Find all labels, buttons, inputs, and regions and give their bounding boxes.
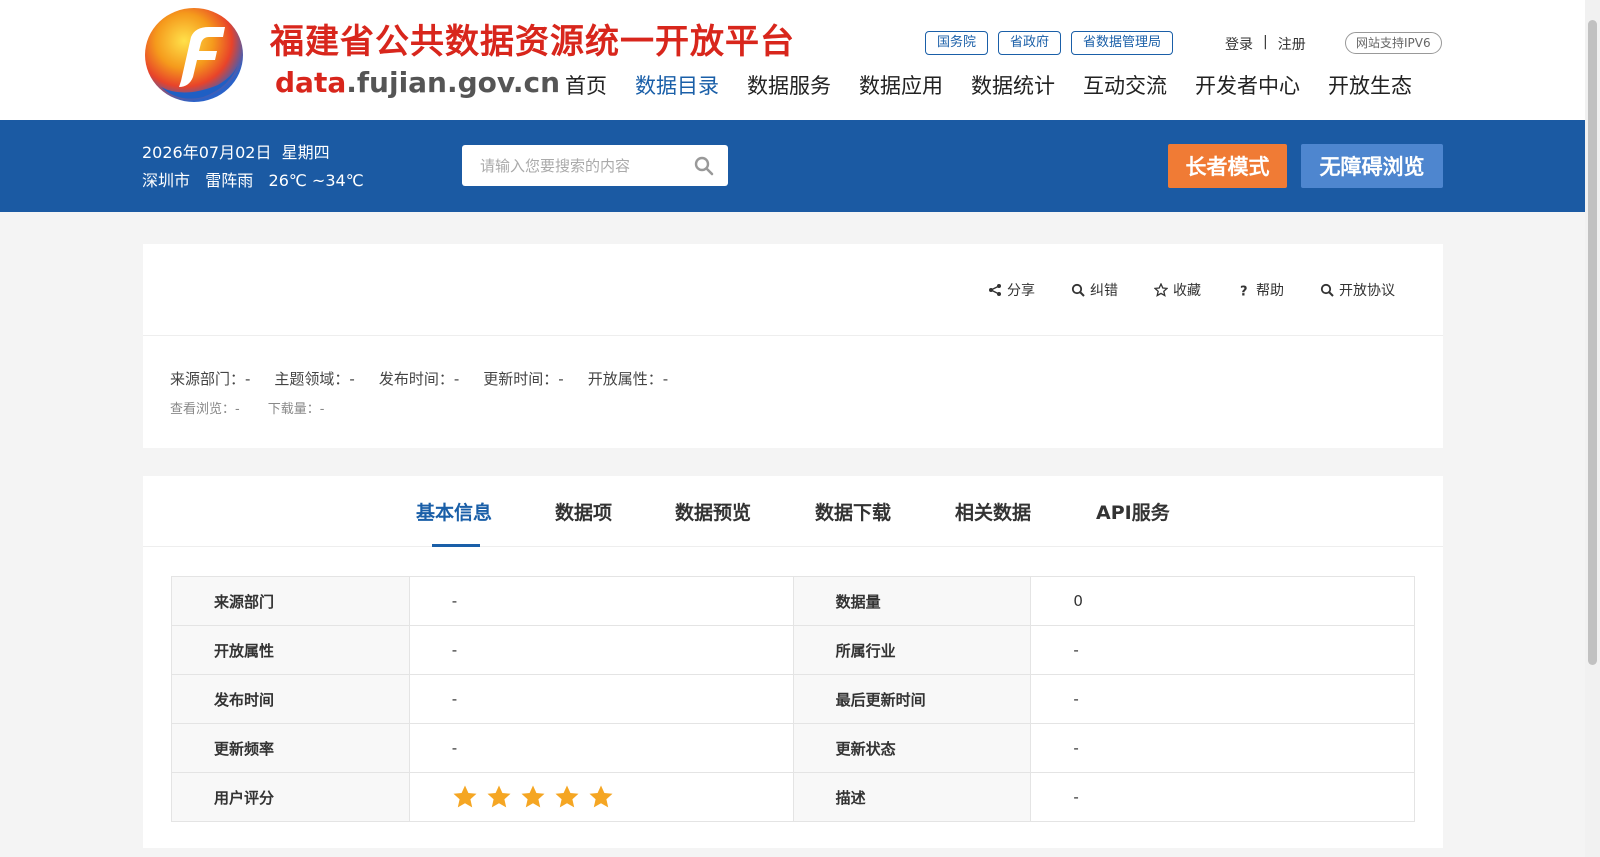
value-industry: - [1030,625,1415,675]
value-source-dept: - [408,576,794,626]
site-title: 福建省公共数据资源统一开放平台 [270,22,795,62]
star-icon[interactable] [520,784,546,810]
label-update-status: 更新状态 [792,723,1032,773]
card-divider [143,335,1443,336]
dataset-summary-card: 分享 纠错 收藏 ? 帮助 开放协议 来源部门：- 主题领域：- 发布时间：- … [143,244,1443,448]
auth-links: 登录 | 注册 [1225,34,1306,54]
table-row: 开放属性 - 所属行业 - [171,625,1415,675]
link-shengzhengfu[interactable]: 省政府 [998,31,1062,55]
meta-source: 来源部门：- [170,370,251,388]
nav-ecosystem[interactable]: 开放生态 [1328,70,1412,100]
tab-data-preview[interactable]: 数据预览 [675,498,751,525]
auth-separator: | [1263,34,1268,50]
site-header: 福建省公共数据资源统一开放平台 data.fujian.gov.cn 国务院 省… [0,0,1585,120]
nav-data-catalog[interactable]: 数据目录 [635,70,719,100]
share-button[interactable]: 分享 [988,280,1035,300]
value-data-volume: 0 [1030,576,1415,626]
logo-icon[interactable] [143,7,245,103]
value-open-attr: - [408,625,794,675]
meta-views: 查看浏览：- [170,402,240,417]
star-icon[interactable] [486,784,512,810]
star-icon[interactable] [452,784,478,810]
nav-data-service[interactable]: 数据服务 [747,70,831,100]
question-icon: ? [1240,285,1248,298]
table-row: 发布时间 - 最后更新时间 - [171,674,1415,724]
star-icon[interactable] [588,784,614,810]
star-outline-icon [1154,283,1168,297]
meta-update: 更新时间：- [483,370,564,388]
star-icon[interactable] [554,784,580,810]
tab-data-download[interactable]: 数据下载 [815,498,891,525]
nav-data-stats[interactable]: 数据统计 [971,70,1055,100]
page-scrollbar[interactable] [1585,0,1600,857]
site-domain: data.fujian.gov.cn [275,66,561,99]
open-license-button[interactable]: 开放协议 [1320,280,1395,300]
dataset-detail-card: 基本信息 数据项 数据预览 数据下载 相关数据 API服务 来源部门 - 数据量… [143,476,1443,848]
rating-stars [452,784,793,810]
date-weather: 2026年07月02日 星期四 深圳市 雷阵雨 26℃ ~34℃ [142,139,364,195]
detail-tabs: 基本信息 数据项 数据预览 数据下载 相关数据 API服务 [143,476,1443,547]
table-row: 来源部门 - 数据量 0 [171,576,1415,626]
meta-open-attr: 开放属性：- [587,370,669,388]
ipv6-badge: 网站支持IPV6 [1345,32,1442,54]
meta-primary: 来源部门：- 主题领域：- 发布时间：- 更新时间：- 开放属性：- [170,368,668,389]
search-icon [1320,283,1334,297]
action-bar: 分享 纠错 收藏 ? 帮助 开放协议 [988,280,1395,300]
search-icon [1071,283,1085,297]
scrollbar-thumb[interactable] [1588,20,1597,665]
login-link[interactable]: 登录 [1225,34,1253,54]
search-box [462,145,728,186]
tab-data-items[interactable]: 数据项 [555,498,612,525]
register-link[interactable]: 注册 [1278,34,1306,54]
meta-publish: 发布时间：- [378,370,460,388]
weather-text: 深圳市 雷阵雨 26℃ ~34℃ [142,171,364,190]
help-button[interactable]: ? 帮助 [1237,280,1284,300]
nav-interaction[interactable]: 互动交流 [1083,70,1167,100]
label-publish-time: 发布时间 [171,674,410,724]
nav-data-app[interactable]: 数据应用 [859,70,943,100]
top-links: 国务院 省政府 省数据管理局 [925,31,1174,55]
favorite-button[interactable]: 收藏 [1154,280,1201,300]
label-industry: 所属行业 [792,625,1032,675]
value-update-status: - [1030,723,1415,773]
link-guowuyuan[interactable]: 国务院 [925,31,989,55]
nav-home[interactable]: 首页 [565,70,607,100]
active-tab-indicator [432,544,480,547]
search-input[interactable] [462,145,682,186]
link-shujuguanliju[interactable]: 省数据管理局 [1071,31,1174,55]
label-last-update: 最后更新时间 [792,674,1032,724]
meta-topic: 主题领域：- [274,370,355,388]
tab-basic-info[interactable]: 基本信息 [416,498,492,525]
value-description: - [1030,772,1415,822]
meta-downloads: 下载量：- [267,402,325,417]
label-open-attr: 开放属性 [171,625,410,675]
label-data-volume: 数据量 [792,576,1032,626]
basic-info-table: 来源部门 - 数据量 0 开放属性 - 所属行业 - 发布时间 - 最后更新时间… [171,576,1415,822]
value-publish-time: - [408,674,794,724]
label-description: 描述 [792,772,1032,822]
elder-mode-button[interactable]: 长者模式 [1168,144,1287,188]
value-user-rating [408,772,794,822]
table-row: 更新频率 - 更新状态 - [171,723,1415,773]
share-icon [989,284,1001,296]
search-icon[interactable] [694,156,714,176]
nav-developer[interactable]: 开发者中心 [1195,70,1300,100]
tab-related-data[interactable]: 相关数据 [955,498,1031,525]
table-row: 用户评分 描述 - [171,772,1415,822]
info-band: 2026年07月02日 星期四 深圳市 雷阵雨 26℃ ~34℃ 长者模式 无障… [0,120,1585,212]
value-last-update: - [1030,674,1415,724]
svg-text:?: ? [1240,285,1248,298]
value-update-frequency: - [408,723,794,773]
correction-button[interactable]: 纠错 [1071,280,1118,300]
label-user-rating: 用户评分 [171,772,410,822]
meta-secondary: 查看浏览：- 下载量：- [170,398,324,417]
label-source-dept: 来源部门 [171,576,410,626]
tab-api-service[interactable]: API服务 [1096,498,1170,525]
label-update-frequency: 更新频率 [171,723,410,773]
main-nav: 首页 数据目录 数据服务 数据应用 数据统计 互动交流 开发者中心 开放生态 [565,70,1412,100]
accessible-browse-button[interactable]: 无障碍浏览 [1301,144,1443,188]
date-text: 2026年07月02日 星期四 [142,143,330,162]
